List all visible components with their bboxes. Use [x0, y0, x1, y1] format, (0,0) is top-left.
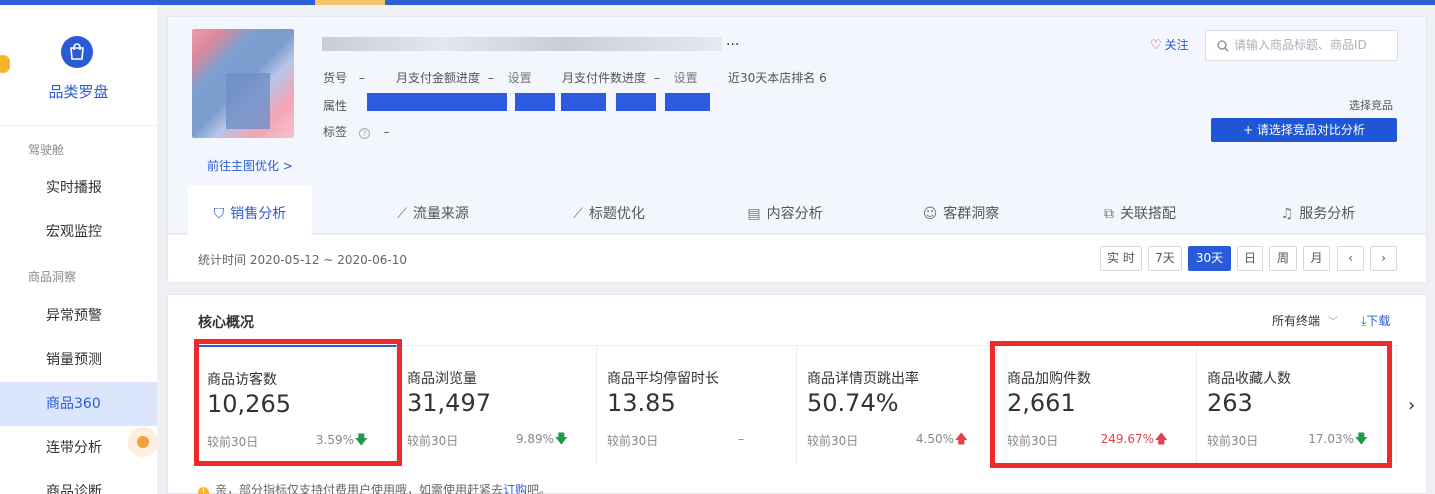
amount-progress-label: 月支付金额进度: [396, 71, 481, 85]
range-7d-button[interactable]: 7天: [1148, 246, 1182, 271]
attr-label: 属性: [323, 99, 348, 113]
metric-card-avg-stay[interactable]: 商品平均停留时长 13.85 较前30日 –: [597, 345, 797, 466]
bag-logo-icon: [61, 36, 93, 68]
count-set-link[interactable]: 设置: [674, 71, 698, 85]
download-button[interactable]: ⤓下载: [1361, 312, 1390, 329]
tab-content-analysis[interactable]: ▤ 内容分析: [730, 185, 840, 235]
headset-icon: ♫: [1280, 206, 1294, 222]
chevron-right-icon[interactable]: ›: [1408, 395, 1415, 416]
sidebar: 品类罗盘 驾驶舱 实时播报 宏观监控 商品洞察 异常预警 销量预测 商品360 …: [0, 5, 157, 494]
pick-competitor-button[interactable]: + 请选择竞品对比分析: [1211, 118, 1397, 142]
top-bar: [0, 0, 1435, 5]
tag-value: –: [383, 125, 390, 139]
core-overview-title: 核心概况: [198, 315, 254, 331]
terminal-select[interactable]: 所有终端 ﹀: [1272, 312, 1338, 329]
notification-dot[interactable]: [0, 55, 10, 73]
count-progress-label: 月支付件数进度: [562, 71, 647, 85]
sidebar-item-product-360[interactable]: 商品360: [0, 382, 157, 426]
tab-traffic-source[interactable]: ⟋ 流量来源: [378, 185, 488, 235]
analysis-tabs: ⛉ 销售分析 ⟋ 流量来源 ⟋ 标题优化 ▤ 内容分析 ☺ 客群洞察 ⧉ 关联搭配 ♫ 服务分…: [188, 185, 1388, 235]
sku-label: 货号: [323, 71, 348, 85]
stat-time-bar: 统计时间 2020-05-12 ~ 2020-06-10 实 时 7天 30天 …: [167, 235, 1427, 283]
sidebar-item-product-diagnosis[interactable]: 商品诊断: [0, 470, 157, 494]
subscribe-link[interactable]: 订购: [503, 483, 527, 494]
next-period-button[interactable]: ›: [1370, 246, 1397, 271]
highlight-box-visitors: [194, 339, 402, 466]
amount-progress-value: –: [487, 71, 494, 85]
document-icon: ▤: [747, 206, 761, 222]
search-icon: [1217, 40, 1229, 52]
help-icon[interactable]: ?: [358, 128, 370, 139]
product-title-blurred: [322, 37, 722, 51]
tag-label: 标签: [323, 125, 348, 139]
goto-main-image-link[interactable]: 前往主图优化 >: [207, 157, 293, 174]
follow-label: 关注: [1164, 38, 1189, 52]
sku-value: –: [358, 71, 365, 85]
amount-set-link[interactable]: 设置: [508, 71, 532, 85]
sidebar-item-realtime[interactable]: 实时播报: [0, 166, 157, 210]
tab-audience-insight[interactable]: ☺ 客群洞察: [906, 185, 1016, 235]
shop-rank: 近30天本店排名 6: [728, 71, 827, 85]
sidebar-title: 品类罗盘: [48, 83, 109, 101]
arrow-up-icon: 🡅: [954, 432, 968, 447]
product-card: ... 货号 – 月支付金额进度 – 设置 月支付件数进度 – 设置 近30天本…: [167, 16, 1427, 235]
range-month-button[interactable]: 月: [1303, 246, 1330, 271]
tab-service-analysis[interactable]: ♫ 服务分析: [1263, 185, 1373, 235]
tab-title-optimization[interactable]: ⟋ 标题优化: [554, 185, 664, 235]
pick-competitor-label: 选择竞品: [1349, 99, 1393, 112]
sidebar-item-macro-monitor[interactable]: 宏观监控: [0, 210, 157, 254]
line-chart-icon: ⟋: [397, 206, 407, 222]
tab-related-matching[interactable]: ⧉ 关联搭配: [1085, 185, 1195, 235]
highlight-box-cart-favorites: [990, 341, 1392, 468]
stat-time-range: 统计时间 2020-05-12 ~ 2020-06-10: [198, 253, 407, 267]
metric-card-pageviews[interactable]: 商品浏览量 31,497 较前30日 9.89% 🡇: [397, 345, 597, 466]
info-icon: !: [198, 487, 209, 494]
sidebar-item-sales-forecast[interactable]: 销量预测: [0, 338, 157, 382]
floating-assistant-icon[interactable]: [128, 427, 158, 457]
paid-feature-tip: ! 亲，部分指标仅支持付费用户使用哦，如需使用赶紧去订购吧。: [198, 481, 551, 494]
link-icon: ⧉: [1104, 206, 1114, 222]
arrow-down-icon: 🡇: [554, 432, 568, 447]
sidebar-group-insight: 商品洞察: [28, 270, 77, 284]
product-title-ellipsis: ...: [726, 33, 740, 49]
bag-icon: ⛉: [213, 206, 225, 222]
search-input[interactable]: [1234, 38, 1394, 52]
product-thumbnail[interactable]: [192, 29, 294, 138]
line-chart-icon: ⟋: [573, 206, 583, 222]
range-week-button[interactable]: 周: [1269, 246, 1297, 271]
sidebar-header: 品类罗盘: [0, 5, 157, 126]
users-icon: ☺: [922, 206, 938, 222]
heart-icon: ♡: [1150, 38, 1162, 53]
top-bar-highlight: [315, 0, 385, 5]
range-30d-button[interactable]: 30天: [1188, 246, 1231, 271]
prev-period-button[interactable]: ‹: [1337, 246, 1364, 271]
follow-button[interactable]: ♡ 关注: [1150, 36, 1189, 53]
count-progress-value: –: [653, 71, 660, 85]
sidebar-group-cockpit: 驾驶舱: [28, 143, 65, 157]
product-meta-row: 货号 –: [323, 69, 365, 86]
chevron-down-icon: ﹀: [1328, 317, 1339, 328]
tab-sales-analysis[interactable]: ⛉ 销售分析: [188, 185, 312, 235]
range-realtime-button[interactable]: 实 时: [1100, 246, 1142, 271]
product-search[interactable]: [1205, 30, 1398, 61]
attr-tag-blurred: [367, 93, 507, 111]
sidebar-item-anomaly-alert[interactable]: 异常预警: [0, 294, 157, 338]
metric-card-bounce-rate[interactable]: 商品详情页跳出率 50.74% 较前30日 4.50% 🡅: [797, 345, 997, 466]
range-day-button[interactable]: 日: [1237, 246, 1263, 271]
